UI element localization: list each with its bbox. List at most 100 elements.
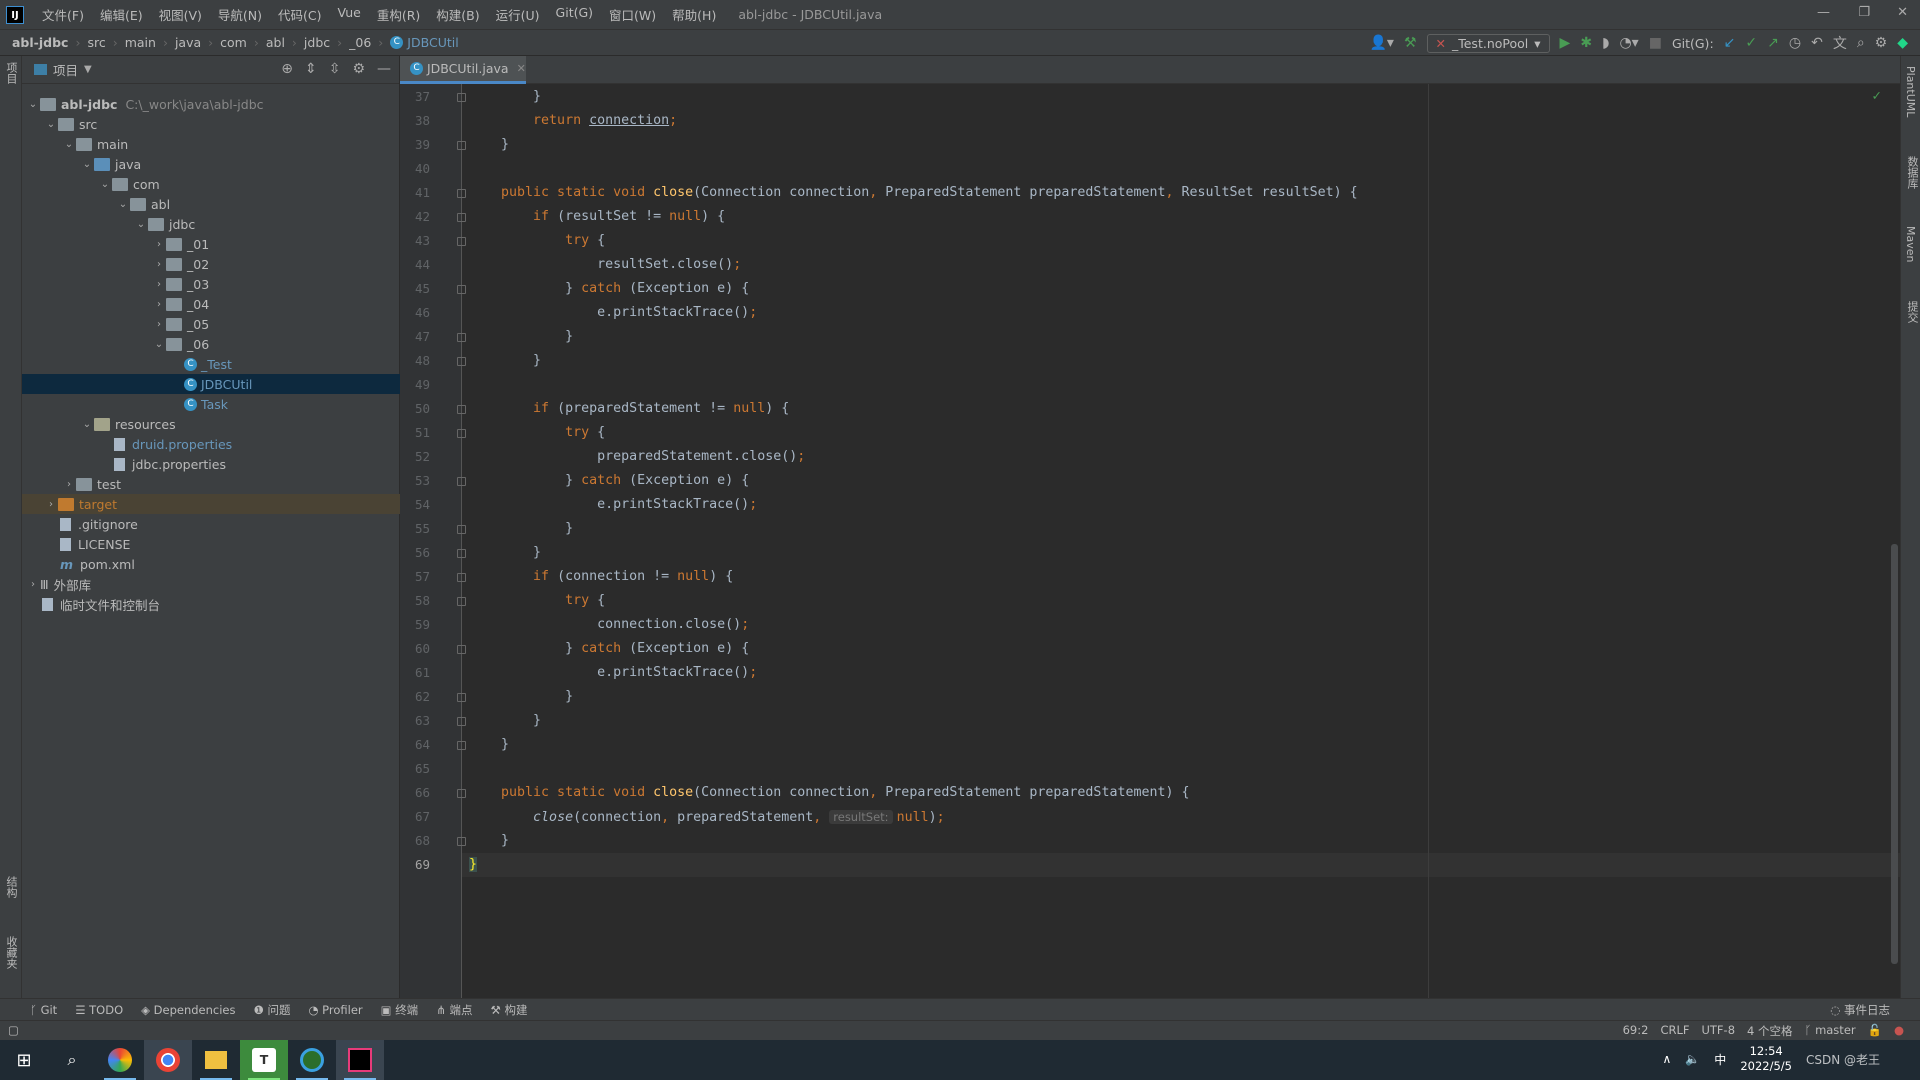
taskbar-browser[interactable]	[96, 1040, 144, 1080]
chevron-right-icon[interactable]: ›	[26, 579, 40, 590]
tree-item[interactable]: ⌄ main	[22, 134, 400, 154]
inspection-ok-icon[interactable]: ✓	[1872, 88, 1882, 103]
menu-item[interactable]: 构建(B)	[428, 5, 487, 24]
layout-icon[interactable]: ▢	[8, 1023, 19, 1037]
commit-stripe-button[interactable]: 提交	[1904, 301, 1920, 323]
tree-item[interactable]: ⌄ _06	[22, 334, 400, 354]
fold-marker-icon[interactable]	[457, 693, 466, 702]
fold-marker-icon[interactable]	[457, 213, 466, 222]
database-stripe-button[interactable]: 数据库	[1904, 156, 1920, 189]
tree-item[interactable]: ⌄ src	[22, 114, 400, 134]
chevron-down-icon[interactable]: ⌄	[152, 339, 166, 350]
fold-marker-icon[interactable]	[457, 837, 466, 846]
user-icon[interactable]: 👤▾	[1369, 35, 1393, 51]
git-push-icon[interactable]: ↗	[1767, 35, 1779, 51]
breadcrumb-item[interactable]: _06	[349, 35, 371, 50]
chevron-right-icon[interactable]: ›	[152, 299, 166, 310]
fold-marker-icon[interactable]	[457, 525, 466, 534]
history-icon[interactable]: ◷	[1789, 35, 1801, 51]
fold-marker-icon[interactable]	[457, 93, 466, 102]
locate-icon[interactable]: ⊕	[281, 61, 293, 77]
start-button[interactable]: ⊞	[0, 1040, 48, 1080]
taskbar-edge[interactable]	[288, 1040, 336, 1080]
close-tab-icon[interactable]: ✕	[517, 62, 526, 75]
search-button[interactable]: ⌕	[48, 1040, 96, 1080]
fold-marker-icon[interactable]	[457, 573, 466, 582]
tool-window-build[interactable]: ⚒ 构建	[490, 1002, 527, 1018]
menu-item[interactable]: 文件(F)	[34, 5, 92, 24]
ime-indicator[interactable]: 中	[1714, 1051, 1726, 1068]
project-stripe-button[interactable]: 项目	[3, 62, 19, 84]
taskbar-typora[interactable]: T	[240, 1040, 288, 1080]
taskbar-explorer[interactable]	[192, 1040, 240, 1080]
caret-position[interactable]: 69:2	[1623, 1023, 1649, 1039]
chevron-right-icon[interactable]: ›	[152, 319, 166, 330]
line-separator[interactable]: CRLF	[1660, 1023, 1689, 1039]
menu-item[interactable]: 代码(C)	[270, 5, 329, 24]
search-icon[interactable]: ⌕	[1857, 35, 1865, 51]
maven-stripe-button[interactable]: Maven	[1904, 226, 1917, 262]
toolbox-icon[interactable]: ◆	[1897, 35, 1908, 51]
menu-item[interactable]: 视图(V)	[151, 5, 210, 24]
menu-item[interactable]: 重构(R)	[369, 5, 428, 24]
fold-marker-icon[interactable]	[457, 789, 466, 798]
error-icon[interactable]: ●	[1894, 1023, 1904, 1039]
tree-item[interactable]: ⌄ com	[22, 174, 400, 194]
fold-marker-icon[interactable]	[457, 141, 466, 150]
volume-icon[interactable]: 🔈	[1685, 1052, 1700, 1066]
fold-marker-icon[interactable]	[457, 189, 466, 198]
tool-window-git[interactable]: ᚴ Git	[30, 1003, 57, 1017]
chevron-right-icon[interactable]: ›	[44, 499, 58, 510]
tree-item[interactable]: › _02	[22, 254, 400, 274]
tree-item[interactable]: › target	[22, 494, 400, 514]
tree-item[interactable]: .gitignore	[22, 514, 400, 534]
collapse-all-icon[interactable]: ⇳	[329, 61, 341, 77]
restore-button[interactable]: ❐	[1858, 5, 1870, 20]
fold-marker-icon[interactable]	[457, 357, 466, 366]
expand-all-icon[interactable]: ⇕	[305, 61, 317, 77]
fold-marker-icon[interactable]	[457, 237, 466, 246]
git-update-icon[interactable]: ↙	[1724, 35, 1736, 51]
tool-window-endpoints[interactable]: ⋔ 端点	[436, 1002, 472, 1018]
plantuml-stripe-button[interactable]: PlantUML	[1904, 66, 1917, 117]
menu-item[interactable]: Vue	[330, 5, 369, 24]
menu-item[interactable]: 编辑(E)	[92, 5, 151, 24]
editor-scrollbar[interactable]	[1891, 544, 1898, 964]
tree-item[interactable]: › _05	[22, 314, 400, 334]
tree-item[interactable]: C _Test	[22, 354, 400, 374]
tree-item[interactable]: › _03	[22, 274, 400, 294]
chevron-down-icon[interactable]: ⌄	[80, 159, 94, 170]
tree-item[interactable]: druid.properties	[22, 434, 400, 454]
tree-item[interactable]: › _01	[22, 234, 400, 254]
breadcrumb-item[interactable]: src	[87, 35, 105, 50]
coverage-icon[interactable]: ◗	[1602, 35, 1609, 51]
fold-marker-icon[interactable]	[457, 285, 466, 294]
tree-item[interactable]: jdbc.properties	[22, 454, 400, 474]
fold-marker-icon[interactable]	[457, 741, 466, 750]
tree-item[interactable]: LICENSE	[22, 534, 400, 554]
fold-marker-icon[interactable]	[457, 549, 466, 558]
rollback-icon[interactable]: ↶	[1811, 35, 1823, 51]
clock[interactable]: 12:54 2022/5/5	[1740, 1044, 1792, 1074]
tree-item[interactable]: › Ⅲ 外部库	[22, 574, 400, 594]
file-encoding[interactable]: UTF-8	[1701, 1023, 1735, 1039]
tray-chevron-icon[interactable]: ∧	[1663, 1052, 1672, 1066]
tree-item[interactable]: m pom.xml	[22, 554, 400, 574]
run-config-select[interactable]: ✕ _Test.noPool ▾	[1426, 33, 1550, 53]
chevron-down-icon[interactable]: ⌄	[62, 139, 76, 150]
fold-marker-icon[interactable]	[457, 333, 466, 342]
taskbar-intellij[interactable]	[336, 1040, 384, 1080]
breadcrumb-item[interactable]: JDBCUtil	[407, 35, 458, 50]
breadcrumb-item[interactable]: abl	[266, 35, 285, 50]
chevron-right-icon[interactable]: ›	[152, 239, 166, 250]
breadcrumb-item[interactable]: com	[220, 35, 247, 50]
gear-icon[interactable]: ⚙	[352, 61, 365, 77]
chevron-down-icon[interactable]: ⌄	[116, 199, 130, 210]
chevron-down-icon[interactable]: ⌄	[98, 179, 112, 190]
project-view-select[interactable]: 项目	[53, 60, 78, 79]
breadcrumb-item[interactable]: abl-jdbc	[12, 35, 68, 50]
tool-window-profiler[interactable]: ◔ Profiler	[308, 1003, 362, 1017]
chevron-down-icon[interactable]: ⌄	[44, 119, 58, 130]
debug-icon[interactable]: ✱	[1580, 35, 1592, 51]
build-hammer-icon[interactable]: ⚒	[1404, 35, 1417, 51]
